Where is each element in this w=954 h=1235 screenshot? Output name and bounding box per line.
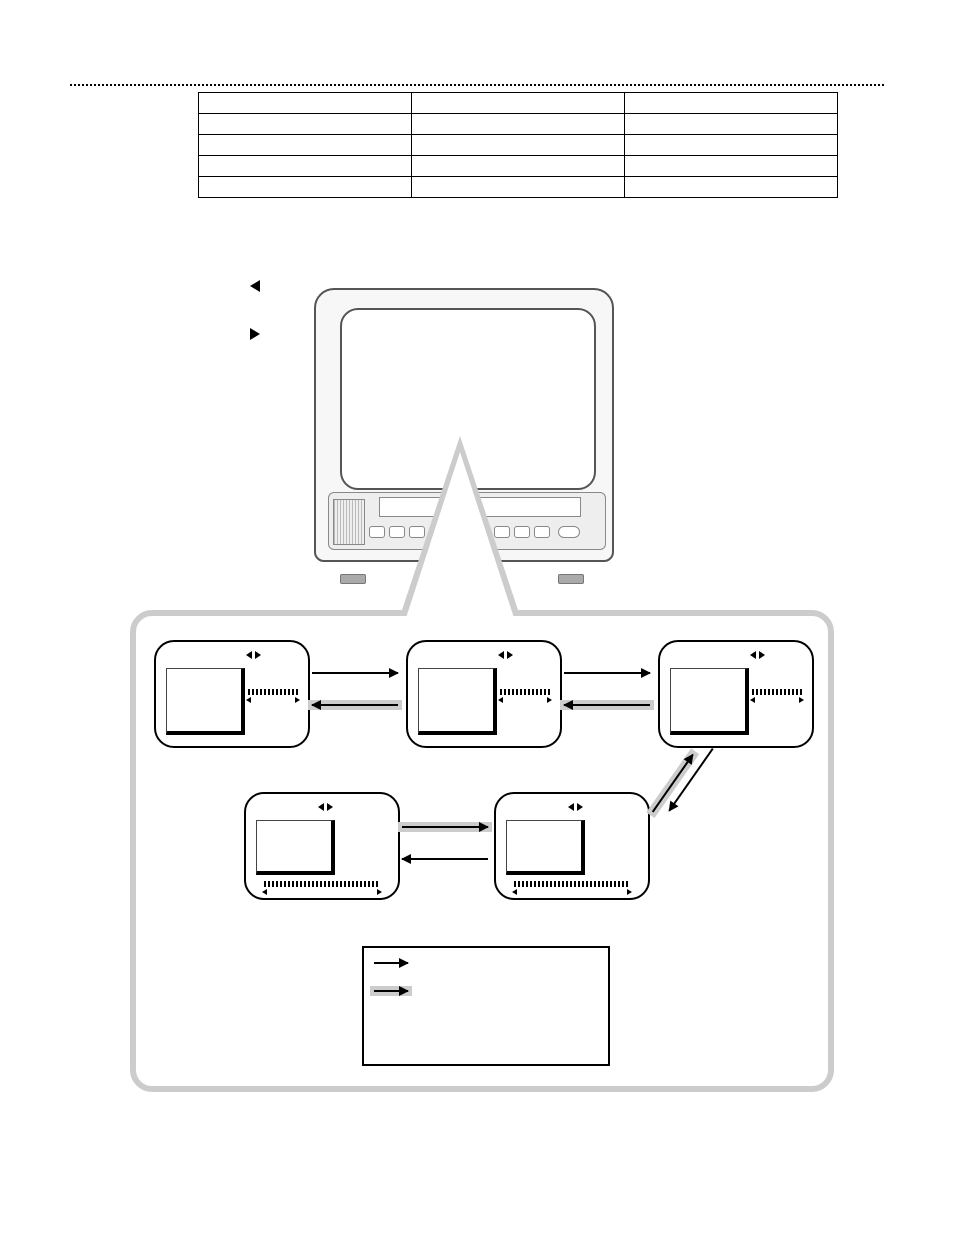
triangle-right-icon [577, 803, 583, 811]
arrow-left-shaded-icon [312, 704, 398, 706]
osd-tile-3 [658, 640, 814, 748]
osd-preview-box [256, 820, 335, 875]
th-0 [199, 93, 412, 114]
level-slider [752, 686, 802, 698]
osd-tile-1 [154, 640, 310, 748]
arrow-left-shaded-icon [564, 704, 650, 706]
level-slider [500, 686, 550, 698]
osd-preview-box [418, 668, 497, 735]
triangle-right-icon [250, 328, 260, 340]
arrow-left-icon [402, 858, 488, 860]
triangle-left-icon [568, 803, 574, 811]
arrow-right-shaded-icon [374, 990, 408, 992]
table-row [199, 135, 838, 156]
triangle-right-icon [255, 651, 261, 659]
tv-foot-right [558, 574, 584, 584]
th-2 [625, 93, 838, 114]
table-header-row [199, 93, 838, 114]
spec-table [198, 92, 838, 198]
arrow-right-shaded-icon [402, 826, 488, 828]
tv-foot-left [340, 574, 366, 584]
osd-preview-box [506, 820, 585, 875]
level-slider [248, 686, 298, 698]
osd-tile-4 [244, 792, 400, 900]
divider-dots [70, 84, 884, 86]
triangle-left-icon [750, 651, 756, 659]
osd-preview-box [670, 668, 749, 735]
legend-row-plain [374, 962, 598, 964]
speaker-grille-icon [333, 499, 365, 545]
next-indicator [250, 326, 260, 340]
triangle-left-icon [318, 803, 324, 811]
triangle-left-icon [498, 651, 504, 659]
triangle-left-icon [250, 280, 260, 292]
callout-wedge [406, 452, 514, 618]
th-1 [412, 93, 625, 114]
osd-tile-5 [494, 792, 650, 900]
table-row [199, 114, 838, 135]
table-row [199, 177, 838, 198]
prev-indicator [250, 278, 260, 292]
level-slider [264, 878, 380, 890]
triangle-right-icon [759, 651, 765, 659]
level-slider [514, 878, 630, 890]
arrow-right-icon [374, 962, 408, 964]
osd-tile-2 [406, 640, 562, 748]
osd-flow-callout [130, 610, 834, 1092]
table-row [199, 156, 838, 177]
arrow-right-icon [564, 672, 650, 674]
osd-preview-box [166, 668, 245, 735]
triangle-right-icon [507, 651, 513, 659]
arrow-legend-box [362, 946, 610, 1066]
arrow-right-icon [312, 672, 398, 674]
triangle-right-icon [327, 803, 333, 811]
legend-row-shaded [374, 990, 598, 992]
triangle-left-icon [246, 651, 252, 659]
